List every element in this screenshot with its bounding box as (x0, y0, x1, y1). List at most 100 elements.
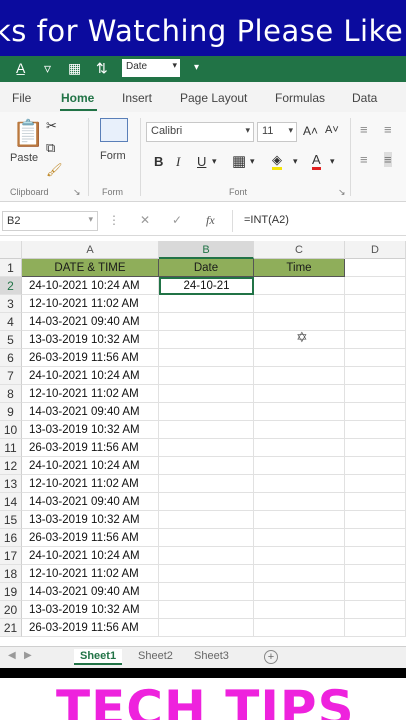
grid-cell[interactable] (159, 583, 254, 601)
grid-cell[interactable] (159, 475, 254, 493)
grid-cell[interactable] (345, 367, 406, 385)
date-time-cell[interactable]: 12-10-2021 11:02 AM (22, 475, 159, 493)
grid-cell[interactable] (254, 583, 345, 601)
grid-cell[interactable] (254, 439, 345, 457)
row-header[interactable]: 18 (0, 565, 22, 583)
row-header[interactable]: 11 (0, 439, 22, 457)
enter-icon[interactable]: ✓ (172, 213, 182, 227)
grid-cell[interactable] (345, 277, 406, 295)
grid-cell[interactable] (345, 295, 406, 313)
date-time-cell[interactable]: 12-10-2021 11:02 AM (22, 565, 159, 583)
row-header[interactable]: 9 (0, 403, 22, 421)
row-header[interactable]: 19 (0, 583, 22, 601)
date-time-cell[interactable]: 13-03-2019 10:32 AM (22, 601, 159, 619)
column-header-d[interactable]: D (345, 241, 406, 259)
row-header[interactable]: 8 (0, 385, 22, 403)
number-format-combo[interactable]: Date ▾ (122, 59, 180, 77)
form-button-label[interactable]: Form (100, 150, 126, 162)
insert-function-button[interactable]: fx (206, 213, 215, 228)
grid-cell[interactable] (159, 601, 254, 619)
grid-cell[interactable] (345, 565, 406, 583)
row-header[interactable]: 15 (0, 511, 22, 529)
grid-cell[interactable] (159, 331, 254, 349)
grid-cell[interactable] (345, 475, 406, 493)
grid-cell[interactable] (159, 619, 254, 637)
row-header[interactable]: 16 (0, 529, 22, 547)
row-header[interactable]: 4 (0, 313, 22, 331)
grid-cell[interactable] (345, 601, 406, 619)
grid-cell[interactable] (159, 367, 254, 385)
name-box[interactable]: B2 ▾ (2, 211, 98, 231)
date-time-cell[interactable]: 14-03-2021 09:40 AM (22, 313, 159, 331)
date-time-cell[interactable]: 26-03-2019 11:56 AM (22, 529, 159, 547)
grid-cell[interactable] (159, 439, 254, 457)
grid-cell[interactable] (345, 619, 406, 637)
tab-insert[interactable]: Insert (122, 91, 152, 105)
grid-cell[interactable] (159, 529, 254, 547)
sheet-tab-sheet3[interactable]: Sheet3 (188, 649, 235, 663)
text-color-icon[interactable]: A̲ (16, 60, 25, 76)
date-time-cell[interactable]: 14-03-2021 09:40 AM (22, 493, 159, 511)
select-all-corner[interactable] (0, 241, 22, 259)
table-icon[interactable]: ▦ (68, 60, 81, 77)
date-time-cell[interactable]: 24-10-2021 10:24 AM (22, 277, 159, 295)
row-header[interactable]: 14 (0, 493, 22, 511)
sort-icon[interactable]: ⇅ (96, 60, 108, 77)
borders-icon[interactable]: ▦ (232, 152, 246, 170)
date-time-cell[interactable]: 13-03-2019 10:32 AM (22, 331, 159, 349)
date-time-cell[interactable]: 26-03-2019 11:56 AM (22, 439, 159, 457)
bold-button[interactable]: B (154, 154, 163, 169)
tab-data[interactable]: Data (352, 91, 377, 105)
grid-cell[interactable] (345, 421, 406, 439)
column-header-b[interactable]: B (159, 241, 254, 259)
align-left-icon[interactable]: ≡ (360, 152, 368, 167)
row-header[interactable]: 12 (0, 457, 22, 475)
grid-cell[interactable] (345, 511, 406, 529)
add-sheet-button[interactable]: + (264, 650, 278, 664)
grid-cell[interactable] (254, 511, 345, 529)
date-time-cell[interactable]: 13-03-2019 10:32 AM (22, 421, 159, 439)
row-header[interactable]: 10 (0, 421, 22, 439)
format-painter-icon[interactable]: 🖌 (46, 162, 63, 178)
next-sheet-icon[interactable]: ▶ (24, 650, 32, 661)
grid-cell[interactable] (345, 583, 406, 601)
grid-cell[interactable] (254, 619, 345, 637)
prev-sheet-icon[interactable]: ◀ (8, 650, 16, 661)
row-header[interactable]: 21 (0, 619, 22, 637)
sheet-tab-sheet2[interactable]: Sheet2 (132, 649, 179, 663)
header-cell-date-time[interactable]: DATE & TIME (22, 259, 159, 277)
selected-cell-b2[interactable]: 24-10-21 (159, 277, 254, 295)
tab-file[interactable]: File (12, 91, 31, 105)
row-header[interactable]: 3 (0, 295, 22, 313)
grid-cell[interactable] (254, 547, 345, 565)
grid-cell[interactable] (159, 493, 254, 511)
paste-icon[interactable]: 📋 (12, 118, 44, 149)
date-time-cell[interactable]: 24-10-2021 10:24 AM (22, 457, 159, 475)
grid-cell[interactable] (254, 601, 345, 619)
grid-cell[interactable] (254, 277, 345, 295)
grid-cell[interactable] (254, 367, 345, 385)
grid-cell[interactable] (254, 475, 345, 493)
grid-cell[interactable] (254, 385, 345, 403)
cancel-icon[interactable]: ✕ (140, 213, 150, 227)
chevron-down-icon[interactable]: ▾ (293, 156, 298, 167)
date-time-cell[interactable]: 26-03-2019 11:56 AM (22, 349, 159, 367)
align-center-icon[interactable]: ≡ (384, 152, 392, 167)
filter-icon[interactable]: ▿ (44, 60, 51, 77)
row-header[interactable]: 5 (0, 331, 22, 349)
copy-icon[interactable]: ⧉ (46, 140, 55, 156)
font-name-select[interactable]: Calibri ▾ (146, 122, 254, 142)
date-time-cell[interactable]: 14-03-2021 09:40 AM (22, 403, 159, 421)
grid-cell[interactable] (345, 529, 406, 547)
chevron-down-icon[interactable]: ▾ (212, 156, 217, 167)
grid-cell[interactable] (345, 547, 406, 565)
date-time-cell[interactable]: 12-10-2021 11:02 AM (22, 385, 159, 403)
italic-button[interactable]: I (176, 154, 180, 170)
tab-page-layout[interactable]: Page Layout (180, 91, 247, 105)
underline-button[interactable]: U (197, 154, 206, 169)
grid-cell[interactable] (159, 457, 254, 475)
grid-cell[interactable] (159, 565, 254, 583)
grid-cell[interactable] (159, 547, 254, 565)
cut-icon[interactable]: ✂ (46, 118, 57, 134)
grid-cell[interactable] (159, 403, 254, 421)
